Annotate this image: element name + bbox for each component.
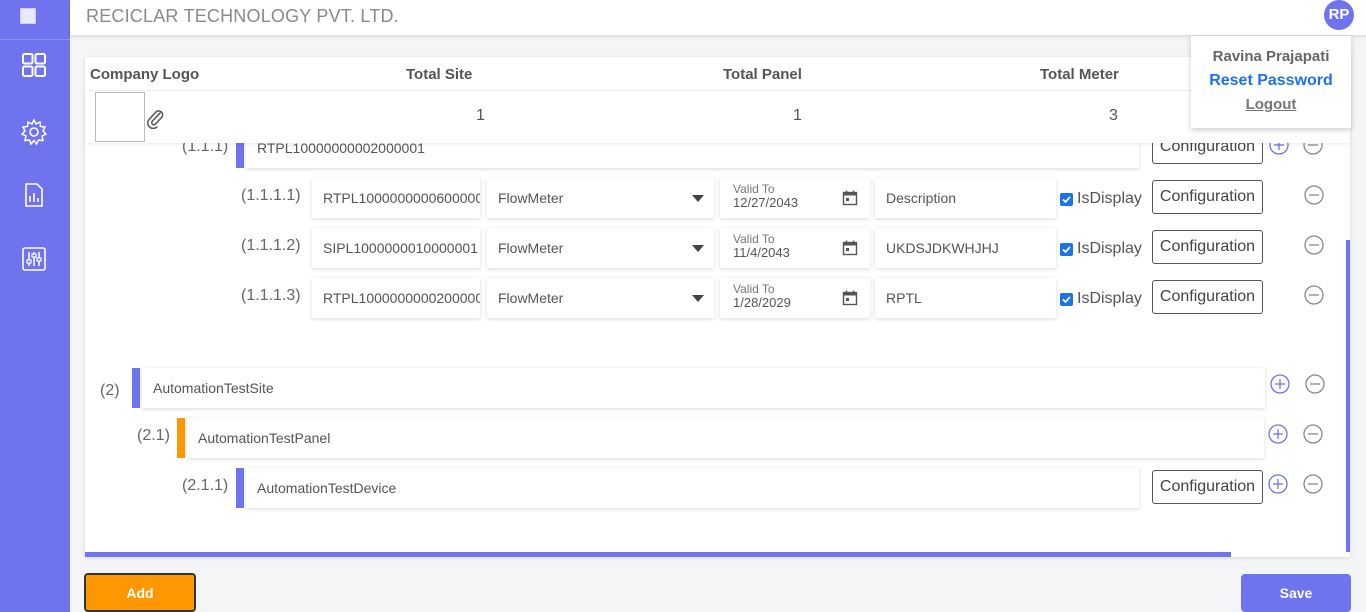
meter-description-field[interactable]: UKDSJDKWHJHJ <box>875 228 1056 268</box>
add-button[interactable]: Add <box>84 573 196 612</box>
meter-configuration-button[interactable]: Configuration <box>1152 180 1263 214</box>
minus-circle-icon[interactable] <box>1304 185 1324 205</box>
meter-type-value: FlowMeter <box>498 190 564 206</box>
valid-to-label: Valid To <box>733 182 775 196</box>
meter-configuration-button[interactable]: Configuration <box>1152 230 1263 264</box>
check-icon <box>1062 296 1071 304</box>
isdisplay-label: IsDisplay <box>1077 190 1142 207</box>
app-logo <box>20 8 36 24</box>
panel-level-bar <box>177 418 185 458</box>
sidebar-divider <box>0 39 70 40</box>
sidebar <box>0 0 70 612</box>
isdisplay-label: IsDisplay <box>1077 290 1142 307</box>
stats-values-row: 1 1 3 <box>85 91 1350 143</box>
meter-number: (1.1.1.1) <box>241 187 301 204</box>
valid-to-date-field[interactable]: Valid To 1/28/2029 <box>720 278 870 318</box>
site-name-field[interactable]: AutomationTestSite <box>142 368 1265 408</box>
paperclip-icon[interactable] <box>145 107 165 129</box>
user-avatar[interactable]: RP <box>1324 0 1354 30</box>
meter-number: (1.1.1.2) <box>241 237 301 254</box>
meter-type-select[interactable]: FlowMeter <box>487 228 714 268</box>
isdisplay-checkbox[interactable] <box>1060 243 1073 256</box>
valid-to-label: Valid To <box>733 232 775 246</box>
company-logo-image <box>95 92 145 142</box>
valid-to-date-field[interactable]: Valid To 12/27/2043 <box>720 178 870 218</box>
sliders-icon[interactable] <box>20 245 48 273</box>
meter-configuration-button[interactable]: Configuration <box>1152 280 1263 314</box>
total-panel-header: Total Panel <box>723 66 802 83</box>
valid-to-date-field[interactable]: Valid To 11/4/2043 <box>720 228 870 268</box>
device-level-bar <box>236 468 244 508</box>
isdisplay-checkbox[interactable] <box>1060 293 1073 306</box>
chevron-down-icon <box>692 195 704 202</box>
check-icon <box>1062 246 1071 254</box>
settings-gear-icon[interactable] <box>20 118 48 146</box>
device-number: (2.1.1) <box>182 477 229 494</box>
meter-type-select[interactable]: FlowMeter <box>487 278 714 318</box>
user-name: Ravina Prajapati <box>1212 48 1330 65</box>
site-number: (2) <box>100 382 120 399</box>
stats-header: Company Logo Total Site Total Panel Tota… <box>85 57 1350 91</box>
plus-circle-icon[interactable] <box>1268 424 1288 444</box>
chevron-down-icon <box>692 245 704 252</box>
vertical-scrollbar[interactable] <box>1346 240 1350 552</box>
meter-serial-field[interactable]: SIPL1000000010000001 <box>312 228 480 268</box>
device-name-field[interactable]: AutomationTestDevice <box>246 468 1139 508</box>
isdisplay-checkbox[interactable] <box>1060 193 1073 206</box>
plus-circle-icon[interactable] <box>1270 374 1290 394</box>
top-bar: RECICLAR TECHNOLOGY PVT. LTD. RP <box>70 0 1366 35</box>
save-button[interactable]: Save <box>1241 574 1351 612</box>
meter-serial-field[interactable]: RTPL10000000002000001 <box>312 278 480 318</box>
company-logo-header: Company Logo <box>90 66 200 83</box>
logout-link[interactable]: Logout <box>1191 96 1351 113</box>
minus-circle-icon[interactable] <box>1304 285 1324 305</box>
total-panel-value: 1 <box>793 107 802 124</box>
total-site-value: 1 <box>476 107 485 124</box>
meter-type-value: FlowMeter <box>498 290 564 306</box>
horizontal-scrollbar[interactable] <box>85 552 1231 557</box>
valid-to-label: Valid To <box>733 282 775 296</box>
valid-to-value: 1/28/2029 <box>733 295 791 310</box>
minus-circle-icon[interactable] <box>1303 424 1323 444</box>
user-dropdown-menu: Ravina Prajapati Reset Password Logout <box>1191 36 1351 128</box>
total-site-header: Total Site <box>406 66 473 83</box>
meter-number: (1.1.1.3) <box>241 287 301 304</box>
calendar-icon[interactable] <box>842 190 858 206</box>
plus-circle-icon[interactable] <box>1268 474 1288 494</box>
panel-number: (2.1) <box>137 427 170 444</box>
chevron-down-icon <box>692 295 704 302</box>
meter-serial-field[interactable]: RTPL10000000006000001 <box>312 178 480 218</box>
site-level-bar <box>132 368 140 408</box>
meter-description-field[interactable]: RPTL <box>875 278 1056 318</box>
calendar-icon[interactable] <box>842 290 858 306</box>
total-meter-value: 3 <box>1109 107 1118 124</box>
total-meter-header: Total Meter <box>1040 66 1119 83</box>
valid-to-value: 12/27/2043 <box>733 195 799 210</box>
dashboard-icon[interactable] <box>20 51 48 79</box>
reset-password-link[interactable]: Reset Password <box>1191 72 1351 90</box>
check-icon <box>1062 196 1071 204</box>
meter-type-value: FlowMeter <box>498 240 564 256</box>
device-configuration-button[interactable]: Configuration <box>1152 470 1263 504</box>
report-icon[interactable] <box>20 181 48 209</box>
isdisplay-label: IsDisplay <box>1077 240 1142 257</box>
company-name: RECICLAR TECHNOLOGY PVT. LTD. <box>86 6 399 26</box>
meter-description-field[interactable]: Description <box>875 178 1056 218</box>
valid-to-value: 11/4/2043 <box>733 245 790 260</box>
meter-type-select[interactable]: FlowMeter <box>487 178 714 218</box>
panel-name-field[interactable]: AutomationTestPanel <box>187 418 1264 458</box>
minus-circle-icon[interactable] <box>1305 374 1325 394</box>
minus-circle-icon[interactable] <box>1303 474 1323 494</box>
calendar-icon[interactable] <box>842 240 858 256</box>
minus-circle-icon[interactable] <box>1304 235 1324 255</box>
